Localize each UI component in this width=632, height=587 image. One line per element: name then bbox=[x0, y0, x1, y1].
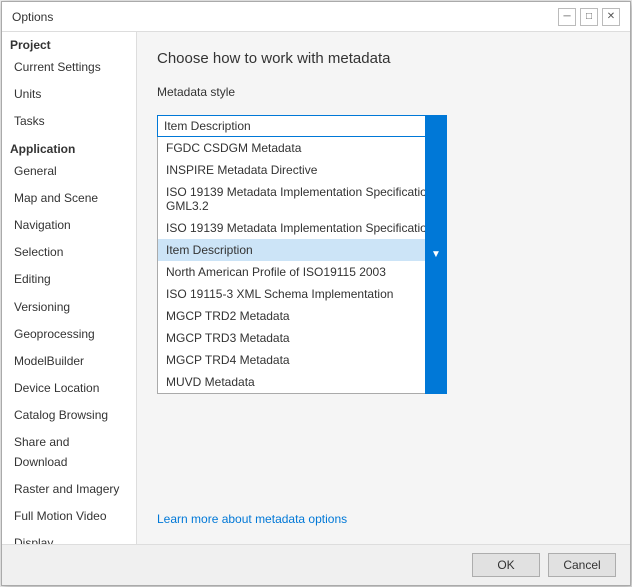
sidebar-item-navigation[interactable]: Navigation bbox=[2, 212, 136, 239]
dropdown-list: FGDC CSDGM MetadataINSPIRE Metadata Dire… bbox=[157, 137, 447, 394]
minimize-button[interactable]: ─ bbox=[558, 8, 576, 26]
learn-more-link[interactable]: Learn more about metadata options bbox=[157, 512, 347, 526]
dropdown-option-item-desc[interactable]: Item Description bbox=[158, 239, 446, 261]
sidebar-item-general[interactable]: General bbox=[2, 158, 136, 185]
options-dialog: Options ─ □ ✕ ProjectCurrent SettingsUni… bbox=[1, 1, 631, 586]
sidebar-item-catalog-browsing[interactable]: Catalog Browsing bbox=[2, 402, 136, 429]
dropdown-option-iso-19139[interactable]: ISO 19139 Metadata Implementation Specif… bbox=[158, 217, 446, 239]
dropdown-arrow-icon[interactable]: ▼ bbox=[425, 115, 447, 394]
page-title: Choose how to work with metadata bbox=[157, 50, 610, 67]
dropdown-option-fgdc[interactable]: FGDC CSDGM Metadata bbox=[158, 137, 446, 159]
sidebar-item-raster-and-imagery[interactable]: Raster and Imagery bbox=[2, 476, 136, 503]
metadata-style-dropdown[interactable]: Item Description ▼ FGDC CSDGM MetadataIN… bbox=[157, 115, 447, 394]
sidebar-item-geoprocessing[interactable]: Geoprocessing bbox=[2, 321, 136, 348]
metadata-style-label: Metadata style bbox=[157, 85, 610, 99]
sidebar-item-share-and-download[interactable]: Share and Download bbox=[2, 429, 136, 475]
main-content: Choose how to work with metadata Metadat… bbox=[137, 32, 630, 544]
sidebar-item-units[interactable]: Units bbox=[2, 81, 136, 108]
dropdown-option-iso-3-xml[interactable]: ISO 19115-3 XML Schema Implementation bbox=[158, 283, 446, 305]
sidebar-item-tasks[interactable]: Tasks bbox=[2, 108, 136, 135]
sidebar-item-editing[interactable]: Editing bbox=[2, 266, 136, 293]
dialog-footer: OK Cancel bbox=[2, 544, 630, 585]
sidebar-group-project: Project bbox=[2, 32, 136, 54]
window-controls: ─ □ ✕ bbox=[558, 8, 620, 26]
ok-button[interactable]: OK bbox=[472, 553, 540, 577]
dropdown-option-inspire[interactable]: INSPIRE Metadata Directive bbox=[158, 159, 446, 181]
sidebar-item-versioning[interactable]: Versioning bbox=[2, 294, 136, 321]
maximize-button[interactable]: □ bbox=[580, 8, 598, 26]
sidebar-item-display[interactable]: Display bbox=[2, 530, 136, 544]
sidebar-item-modelbuilder[interactable]: ModelBuilder bbox=[2, 348, 136, 375]
sidebar-item-map-and-scene[interactable]: Map and Scene bbox=[2, 185, 136, 212]
dropdown-option-na-profile[interactable]: North American Profile of ISO19115 2003 bbox=[158, 261, 446, 283]
sidebar-item-device-location[interactable]: Device Location bbox=[2, 375, 136, 402]
dialog-title: Options bbox=[12, 10, 53, 24]
dropdown-option-muvd[interactable]: MUVD Metadata bbox=[158, 371, 446, 393]
sidebar-item-selection[interactable]: Selection bbox=[2, 239, 136, 266]
cancel-button[interactable]: Cancel bbox=[548, 553, 616, 577]
sidebar-item-current-settings[interactable]: Current Settings bbox=[2, 54, 136, 81]
sidebar: ProjectCurrent SettingsUnitsTasksApplica… bbox=[2, 32, 137, 544]
dropdown-option-iso-gml[interactable]: ISO 19139 Metadata Implementation Specif… bbox=[158, 181, 446, 217]
dropdown-display[interactable]: Item Description ▼ bbox=[157, 115, 447, 137]
title-bar: Options ─ □ ✕ bbox=[2, 2, 630, 32]
dropdown-selected-value: Item Description bbox=[164, 119, 251, 133]
sidebar-group-application: Application bbox=[2, 136, 136, 158]
dropdown-option-mgcp-trd4[interactable]: MGCP TRD4 Metadata bbox=[158, 349, 446, 371]
dropdown-option-mgcp-trd3[interactable]: MGCP TRD3 Metadata bbox=[158, 327, 446, 349]
close-button[interactable]: ✕ bbox=[602, 8, 620, 26]
dialog-body: ProjectCurrent SettingsUnitsTasksApplica… bbox=[2, 32, 630, 544]
learn-more-row: Learn more about metadata options bbox=[157, 502, 610, 526]
sidebar-item-full-motion-video[interactable]: Full Motion Video bbox=[2, 503, 136, 530]
dropdown-option-mgcp-trd2[interactable]: MGCP TRD2 Metadata bbox=[158, 305, 446, 327]
